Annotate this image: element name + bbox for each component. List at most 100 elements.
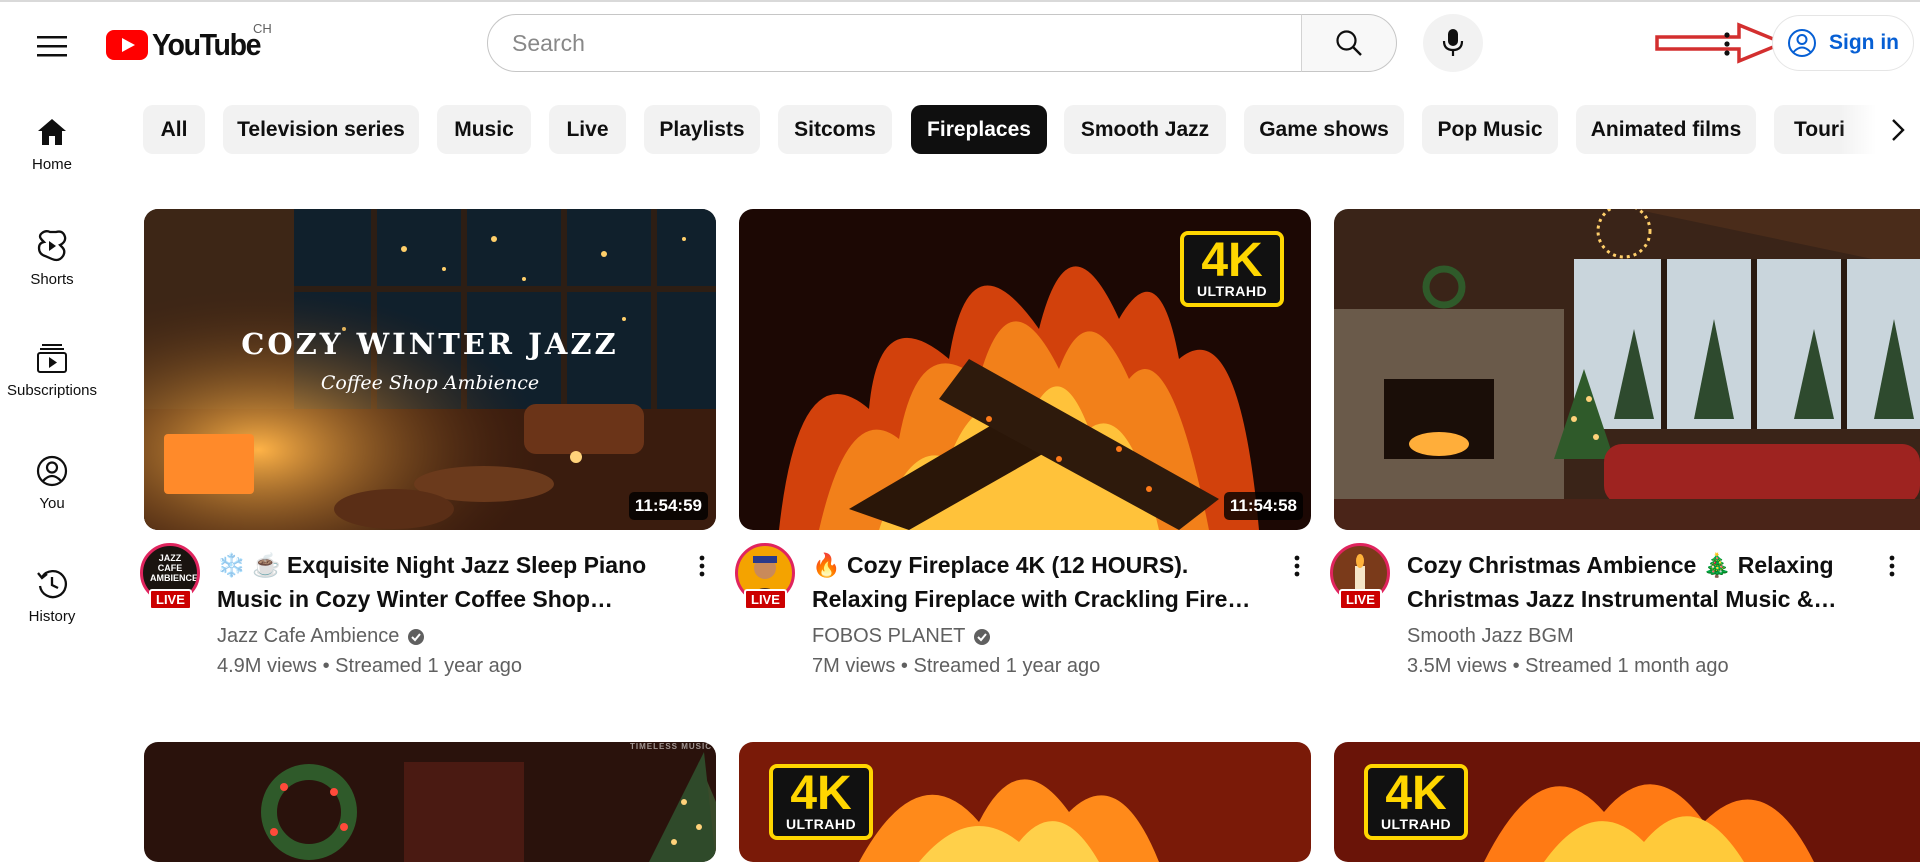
top-border (0, 0, 1920, 2)
shorts-icon (37, 230, 67, 262)
sidebar-item-label: Home (31, 156, 72, 173)
avatar-logo-text: JAZZ CAFE AMBIENCE (150, 553, 199, 583)
stream-date: Streamed 1 year ago (335, 655, 522, 677)
video-duration: 11:54:59 (628, 492, 708, 520)
video-thumbnail[interactable]: COZY WINTER JAZZ Coffee Shop Ambience 11… (144, 209, 716, 530)
chip-live[interactable]: Live (549, 105, 626, 154)
video-thumbnail[interactable] (1334, 209, 1920, 530)
view-count: 4.9M views (217, 655, 318, 677)
channel-name[interactable]: FOBOS PLANET (812, 625, 991, 648)
channel-name-text: Jazz Cafe Ambience (217, 625, 400, 647)
video-title[interactable]: Cozy Christmas Ambience 🎄 Relaxing Chris… (1407, 548, 1847, 616)
menu-icon (37, 36, 67, 57)
thumbnail-image-cafe (144, 209, 716, 530)
video-thumbnail[interactable]: 4K ULTRAHD 11:54:58 (739, 209, 1311, 530)
settings-menu-button[interactable] (1710, 22, 1744, 66)
more-vert-icon (1294, 555, 1300, 577)
stream-date: Streamed 1 month ago (1525, 655, 1729, 677)
verified-icon (974, 628, 991, 645)
account-circle-icon (1788, 29, 1816, 57)
subscriptions-icon (37, 344, 67, 373)
video-title-line: Christmas Jazz Instrumental Music &… (1407, 586, 1837, 612)
channel-name-text: Smooth Jazz BGM (1407, 625, 1574, 647)
video-title[interactable]: ❄️ ☕ Exquisite Night Jazz Sleep Piano Mu… (217, 548, 657, 616)
sidebar-item-subscriptions[interactable]: Subscriptions (0, 342, 104, 399)
channel-name[interactable]: Jazz Cafe Ambience (217, 625, 425, 648)
4k-badge: 4K ULTRAHD (1180, 231, 1284, 307)
chips-next-button[interactable] (1878, 108, 1918, 152)
thumbnail-image-christmas-wreath (144, 742, 716, 862)
live-badge: LIVE (1339, 589, 1382, 610)
chip-music[interactable]: Music (437, 105, 531, 154)
thumbnail-title-text: COZY WINTER JAZZ (241, 327, 619, 361)
video-title-line: 🔥 Cozy Fireplace 4K (12 HOURS). (812, 552, 1189, 578)
chip-fireplaces[interactable]: Fireplaces (911, 105, 1047, 154)
home-icon (38, 119, 66, 145)
sidebar-item-you[interactable]: You (0, 455, 104, 512)
video-metadata: 7M views • Streamed 1 year ago (812, 655, 1100, 678)
voice-search-button[interactable] (1423, 14, 1483, 72)
view-count: 3.5M views (1407, 655, 1508, 677)
search-placeholder: Search (512, 29, 585, 56)
logo-text: YouTube (152, 27, 261, 62)
chip-smooth-jazz[interactable]: Smooth Jazz (1064, 105, 1226, 154)
sign-in-button[interactable]: Sign in (1772, 15, 1914, 71)
microphone-icon (1442, 29, 1464, 56)
live-badge: LIVE (744, 589, 787, 610)
video-thumbnail[interactable]: TIMELESS MUSIC (144, 742, 716, 862)
video-title-line: ❄️ ☕ Exquisite Night Jazz Sleep Piano (217, 552, 647, 578)
video-duration: 11:54:58 (1223, 492, 1303, 520)
more-vert-icon (699, 555, 705, 577)
more-vert-icon (1889, 555, 1895, 577)
thumbnail-subtitle-text: Coffee Shop Ambience (320, 372, 540, 394)
4k-badge-text: 4K (1201, 234, 1263, 287)
channel-avatar[interactable]: JAZZ CAFE AMBIENCE LIVE (138, 543, 206, 610)
channel-name[interactable]: Smooth Jazz BGM (1407, 625, 1574, 648)
thumbnail-watermark: TIMELESS MUSIC (629, 742, 712, 751)
sidebar-item-label: You (39, 495, 65, 512)
chip-animated-films[interactable]: Animated films (1576, 105, 1756, 154)
view-count: 7M views (812, 655, 896, 677)
sidebar-item-home[interactable]: Home (0, 116, 104, 173)
video-metadata: 3.5M views • Streamed 1 month ago (1407, 655, 1729, 678)
verified-icon (408, 628, 425, 645)
channel-name-text: FOBOS PLANET (812, 625, 966, 647)
video-thumbnail[interactable]: 4K ULTRAHD (1334, 742, 1920, 862)
sign-in-label: Sign in (1829, 31, 1899, 54)
search-input[interactable]: Search (487, 14, 1302, 72)
4k-badge: 4K ULTRAHD (769, 764, 873, 840)
video-title-line: Music in Cozy Winter Coffee Shop… (217, 586, 613, 612)
chip-sitcoms[interactable]: Sitcoms (778, 105, 892, 154)
4k-badge-text: 4K (790, 767, 852, 820)
4k-badge-text: 4K (1385, 767, 1447, 820)
sidebar-item-history[interactable]: History (0, 568, 104, 625)
live-badge: LIVE (149, 589, 192, 610)
search-button[interactable] (1301, 14, 1397, 72)
chip-game-shows[interactable]: Game shows (1244, 105, 1404, 154)
video-thumbnail[interactable]: 4K ULTRAHD (739, 742, 1311, 862)
youtube-logo[interactable]: YouTube (106, 27, 270, 63)
ultrahd-badge-text: ULTRAHD (785, 816, 857, 832)
channel-avatar[interactable]: LIVE (1328, 543, 1396, 610)
more-vert-icon (1724, 32, 1730, 56)
video-action-menu-button[interactable] (1879, 546, 1905, 586)
meta-separator: • (900, 655, 908, 677)
video-action-menu-button[interactable] (1284, 546, 1310, 586)
chevron-right-icon (1892, 119, 1905, 141)
meta-separator: • (322, 655, 330, 677)
search-icon (1336, 30, 1362, 56)
chip-all[interactable]: All (143, 105, 205, 154)
video-action-menu-button[interactable] (689, 546, 715, 586)
meta-separator: • (1512, 655, 1520, 677)
menu-button[interactable] (30, 24, 74, 68)
channel-avatar[interactable]: LIVE (733, 543, 801, 610)
youtube-logo-icon (106, 30, 148, 60)
sidebar-item-shorts[interactable]: Shorts (0, 229, 104, 288)
chip-playlists[interactable]: Playlists (644, 105, 760, 154)
you-icon (36, 455, 68, 487)
chip-television-series[interactable]: Television series (223, 105, 419, 154)
stream-date: Streamed 1 year ago (913, 655, 1101, 677)
chip-pop-music[interactable]: Pop Music (1422, 105, 1558, 154)
video-title-line: Cozy Christmas Ambience 🎄 Relaxing (1407, 552, 1834, 578)
video-title[interactable]: 🔥 Cozy Fireplace 4K (12 HOURS). Relaxing… (812, 548, 1252, 616)
